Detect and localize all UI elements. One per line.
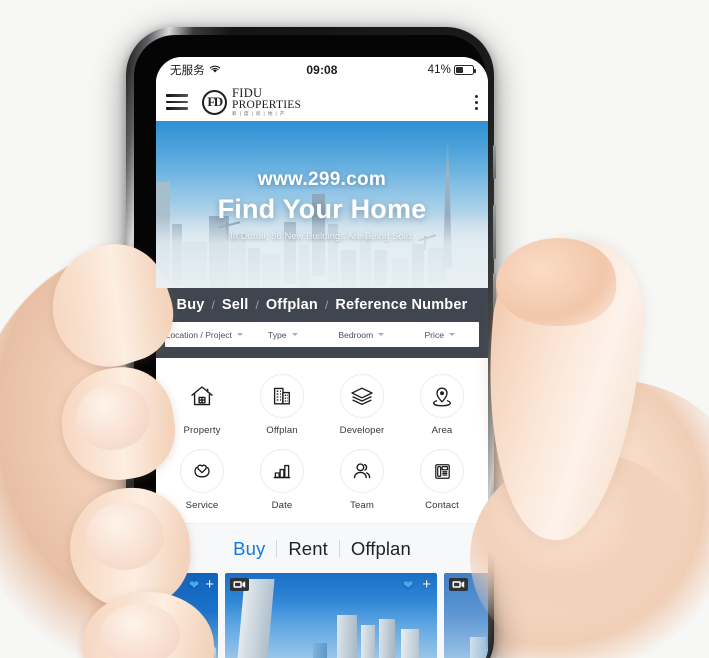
layers-icon xyxy=(340,374,384,418)
logo-line-3: 菲 | 度 | 房 | 地 | 产 xyxy=(232,110,286,116)
telephone-icon xyxy=(420,449,464,493)
quick-menu-label-team: Team xyxy=(350,500,374,511)
card-actions[interactable]: ❤ + xyxy=(189,577,214,592)
quick-menu-label-developer: Developer xyxy=(339,425,385,436)
tab-sell[interactable]: Sell xyxy=(222,297,249,313)
tab-separator-1: / xyxy=(211,298,215,312)
vr-camera-icon xyxy=(230,578,249,591)
tab-separator-3: / xyxy=(324,298,329,312)
hero-banner: www.299.com Find Your Home In Dubai, 86 … xyxy=(156,121,488,288)
logo-line-2: PROPERTIES xyxy=(232,98,302,111)
phone-screen: 无服务 09:08 41% FD FIDU PROPERTIES 菲 | 度 |… xyxy=(156,57,488,658)
quick-menu-label-offplan: Offplan xyxy=(266,425,298,436)
filter-bedroom[interactable]: Bedroom xyxy=(322,330,401,340)
volume-down-button[interactable] xyxy=(493,273,496,327)
quick-menu-item-developer[interactable]: Developer xyxy=(322,374,402,436)
vr-camera-icon xyxy=(449,578,468,591)
tab-offplan[interactable]: Offplan xyxy=(266,297,318,313)
smartphone-device: 无服务 09:08 41% FD FIDU PROPERTIES 菲 | 度 |… xyxy=(126,27,496,658)
quick-menu-label-service: Service xyxy=(185,500,219,511)
heart-icon[interactable]: ❤ xyxy=(189,579,199,591)
heart-icon[interactable]: ❤ xyxy=(403,579,413,591)
filter-location-project[interactable]: Location / Project xyxy=(165,330,244,340)
hero-website-url: www.299.com xyxy=(257,168,387,190)
quick-menu-item-contact[interactable]: Contact xyxy=(402,449,482,511)
chevron-down-icon xyxy=(449,333,456,336)
mockup-canvas: 无服务 09:08 41% FD FIDU PROPERTIES 菲 | 度 |… xyxy=(0,0,709,658)
plus-icon[interactable]: + xyxy=(205,577,214,592)
listing-tab-divider-1 xyxy=(276,540,278,557)
quick-menu-item-offplan[interactable]: Offplan xyxy=(242,374,322,436)
filter-price-label: Price xyxy=(424,329,445,340)
buildings-icon xyxy=(260,374,304,418)
status-clock: 09:08 xyxy=(306,63,338,77)
tab-buy[interactable]: Buy xyxy=(177,297,205,313)
map-pin-icon xyxy=(420,374,464,418)
filter-location-label: Location / Project xyxy=(165,329,232,340)
listing-card[interactable]: ❤ + xyxy=(225,573,437,658)
phone-bezel: 无服务 09:08 41% FD FIDU PROPERTIES 菲 | 度 |… xyxy=(134,35,488,658)
quick-menu-item-team[interactable]: Team xyxy=(322,449,402,511)
filter-zone: Location / Project Type Bedroom Price xyxy=(156,322,488,358)
listing-tab-buy[interactable]: Buy xyxy=(233,538,265,560)
brand-logo[interactable]: FD FIDU PROPERTIES 菲 | 度 | 房 | 地 | 产 xyxy=(202,87,301,116)
mute-switch[interactable] xyxy=(493,145,496,179)
wifi-icon xyxy=(209,64,221,77)
chevron-down-icon xyxy=(236,333,243,336)
battery-percent-label: 41% xyxy=(427,64,451,76)
hamburger-menu-icon[interactable] xyxy=(166,94,188,110)
quick-menu-grid: Property Offplan Developer Area Service … xyxy=(156,358,488,523)
filter-bedroom-label: Bedroom xyxy=(338,329,374,340)
filter-price[interactable]: Price xyxy=(401,330,480,340)
listing-card[interactable]: ❤ + xyxy=(162,573,218,658)
search-type-tabs: Buy / Sell / Offplan / Reference Number xyxy=(156,288,488,322)
listing-card-carousel[interactable]: ❤ + ❤ + xyxy=(156,573,488,658)
quick-menu-label-date: Date xyxy=(271,500,293,511)
listing-tab-offplan[interactable]: Offplan xyxy=(351,538,411,560)
chevron-down-icon xyxy=(291,333,298,336)
listing-card[interactable] xyxy=(444,573,488,658)
quick-menu-label-contact: Contact xyxy=(425,500,459,511)
search-filter-bar: Location / Project Type Bedroom Price xyxy=(165,322,479,347)
heart-hands-icon xyxy=(180,449,224,493)
listing-tab-divider-2 xyxy=(338,540,340,557)
status-bar: 无服务 09:08 41% xyxy=(156,57,488,83)
quick-menu-label-property: Property xyxy=(183,425,221,436)
app-header: FD FIDU PROPERTIES 菲 | 度 | 房 | 地 | 产 xyxy=(156,83,488,121)
quick-menu-item-property[interactable]: Property xyxy=(162,374,242,436)
people-icon xyxy=(340,449,384,493)
quick-menu-item-date[interactable]: Date xyxy=(242,449,322,511)
bar-chart-icon xyxy=(260,449,304,493)
plus-icon[interactable]: + xyxy=(422,577,431,592)
quick-menu-label-area: Area xyxy=(431,425,453,436)
card-actions[interactable]: ❤ + xyxy=(403,577,431,592)
carrier-label: 无服务 xyxy=(170,65,205,77)
tab-reference-number[interactable]: Reference Number xyxy=(335,297,467,313)
hero-subtitle: In Dubai, 86 New Buildings Are Being Sol… xyxy=(230,229,414,241)
filter-type-label: Type xyxy=(267,329,287,340)
quick-menu-item-area[interactable]: Area xyxy=(402,374,482,436)
listing-tab-rent[interactable]: Rent xyxy=(288,538,327,560)
battery-icon xyxy=(453,65,476,75)
filter-type[interactable]: Type xyxy=(244,330,323,340)
house-icon xyxy=(180,374,224,418)
listing-tabs: Buy Rent Offplan xyxy=(156,523,488,573)
quick-menu-item-service[interactable]: Service xyxy=(162,449,242,511)
volume-up-button[interactable] xyxy=(493,205,496,259)
tab-separator-2: / xyxy=(255,298,259,312)
hero-headline: Find Your Home xyxy=(217,193,427,224)
logo-monogram-icon: FD xyxy=(202,89,227,115)
kebab-menu-icon[interactable] xyxy=(475,94,478,110)
chevron-down-icon xyxy=(378,333,385,336)
